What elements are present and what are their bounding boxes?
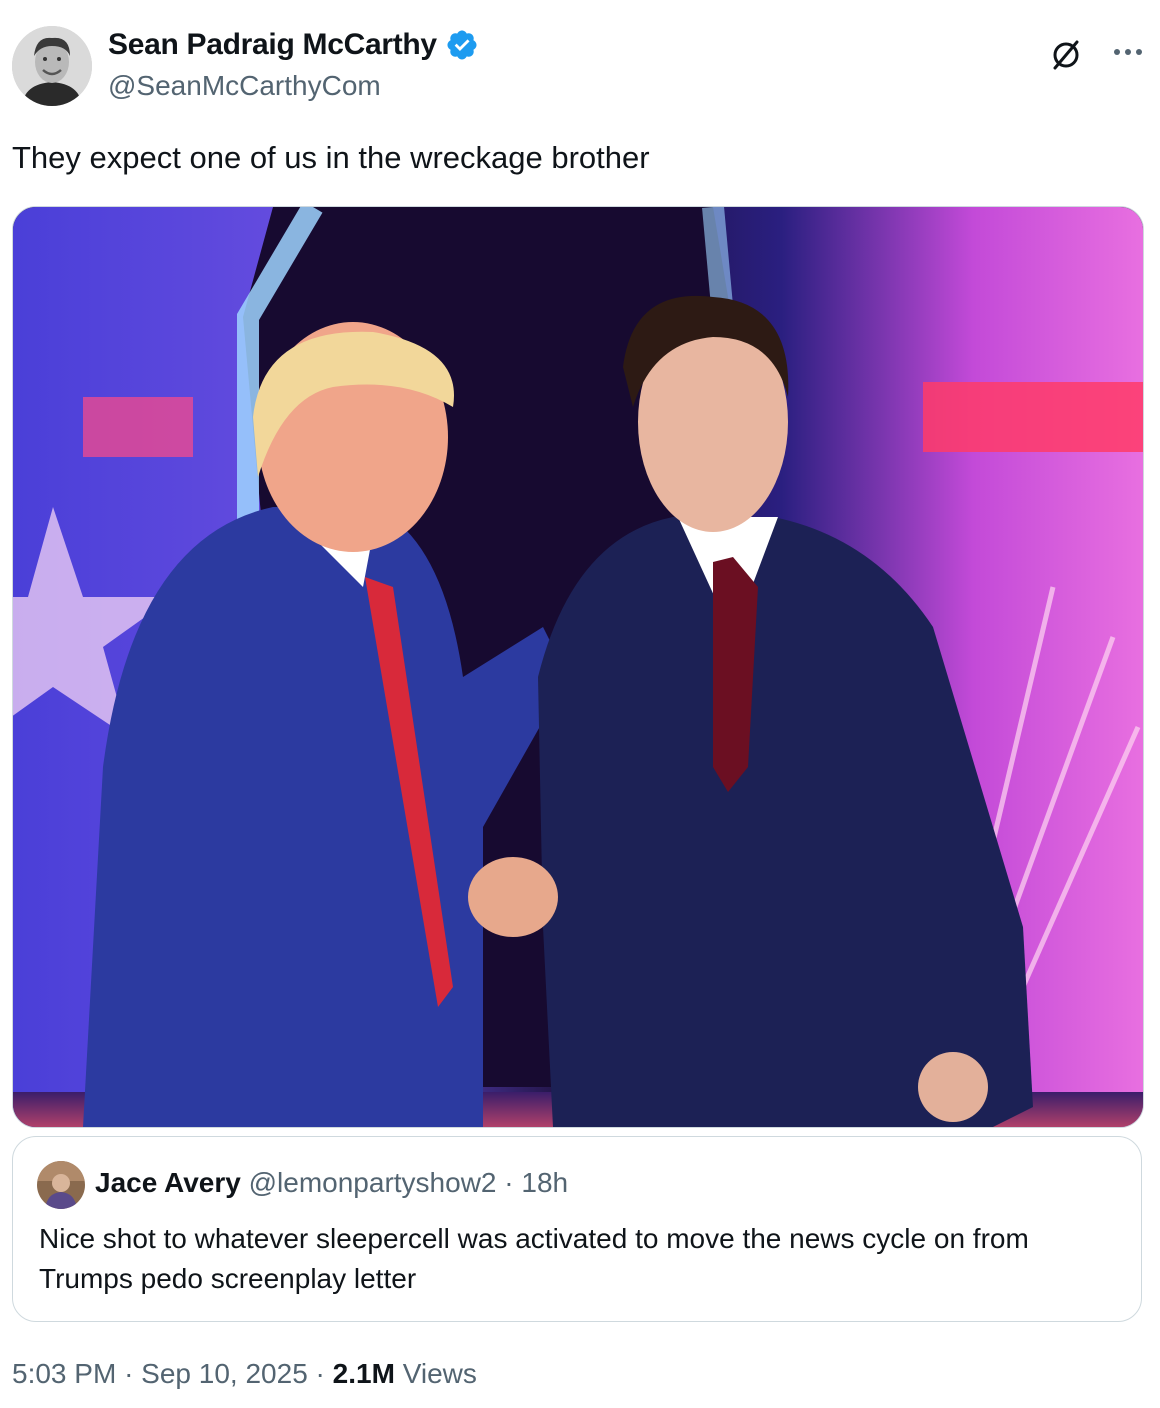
quote-meta: Jace Avery @lemonpartyshow2 · 18h xyxy=(95,1167,568,1199)
profile-photo-icon xyxy=(12,26,92,106)
tweet-date[interactable]: Sep 10, 2025 xyxy=(141,1358,308,1389)
author-name-row: Sean Padraig McCarthy xyxy=(108,28,479,62)
tweet-media-photo[interactable] xyxy=(12,206,1144,1128)
quote-handle[interactable]: @lemonpartyshow2 xyxy=(249,1167,497,1198)
quote-separator: · xyxy=(504,1167,514,1198)
more-options-icon[interactable] xyxy=(1108,32,1148,72)
author-avatar[interactable] xyxy=(12,26,92,106)
grok-icon[interactable] xyxy=(1046,34,1086,74)
author-handle[interactable]: @SeanMcCarthyCom xyxy=(108,70,381,102)
quote-text: Nice shot to whatever sleepercell was ac… xyxy=(39,1223,1029,1294)
quote-profile-photo-icon xyxy=(37,1161,85,1209)
tweet-text: They expect one of us in the wreckage br… xyxy=(12,140,650,175)
tweet-time[interactable]: 5:03 PM xyxy=(12,1358,116,1389)
views-count[interactable]: 2.1M xyxy=(333,1358,395,1389)
two-men-handshake-photo-icon xyxy=(13,207,1143,1127)
quote-timestamp[interactable]: 18h xyxy=(521,1167,568,1198)
footer-separator: · xyxy=(124,1358,134,1389)
tweet-footer: 5:03 PM · Sep 10, 2025 · 2.1M Views xyxy=(12,1358,477,1390)
footer-separator: · xyxy=(315,1358,325,1389)
tweet-header: Sean Padraig McCarthy @SeanMcCarthyCom xyxy=(12,26,1148,106)
views-label: Views xyxy=(402,1358,477,1389)
quoted-tweet[interactable]: Jace Avery @lemonpartyshow2 · 18h Nice s… xyxy=(12,1136,1142,1322)
quote-author-avatar[interactable] xyxy=(37,1161,85,1209)
verified-badge-icon[interactable] xyxy=(445,28,479,62)
quote-display-name[interactable]: Jace Avery xyxy=(95,1167,241,1198)
author-display-name[interactable]: Sean Padraig McCarthy xyxy=(108,28,437,62)
